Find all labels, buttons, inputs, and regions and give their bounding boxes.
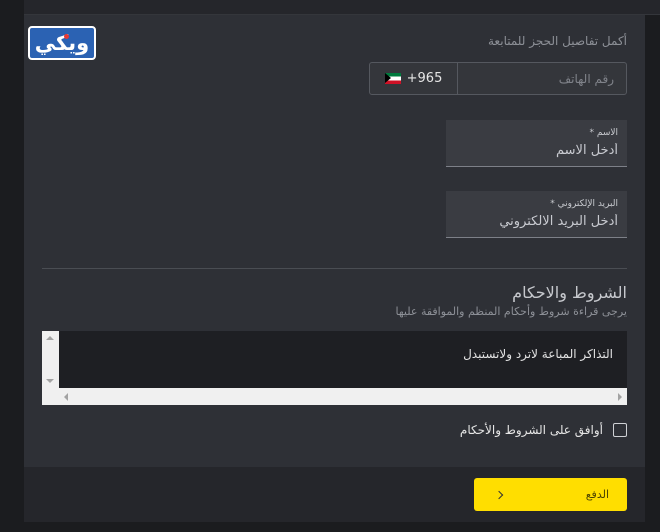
vertical-scrollbar[interactable] xyxy=(42,331,59,388)
country-code: +965 xyxy=(406,71,443,86)
name-label: الاسم * xyxy=(589,128,618,138)
section-title: أكمل تفاصيل الحجز للمتابعة xyxy=(488,34,627,48)
footer-bar: الدفع xyxy=(24,467,645,522)
top-strip xyxy=(24,0,660,15)
agree-terms-row[interactable]: أوافق على الشروط والأحكام xyxy=(460,423,627,437)
scroll-down-icon[interactable] xyxy=(46,379,54,383)
chevron-right-icon xyxy=(494,490,504,499)
booking-form-panel: ويكي أكمل تفاصيل الحجز للمتابعة +965 الا… xyxy=(24,15,645,467)
terms-text: التذاكر المباعة لاترد ولاتستبدل xyxy=(463,347,613,361)
pay-button-label: الدفع xyxy=(585,488,609,501)
name-input[interactable] xyxy=(455,143,618,158)
email-label: البريد الإلكتروني * xyxy=(550,199,618,209)
horizontal-scrollbar[interactable] xyxy=(42,388,627,405)
terms-content-box[interactable]: التذاكر المباعة لاترد ولاتستبدل xyxy=(42,331,627,405)
scroll-right-icon[interactable] xyxy=(618,393,622,401)
scroll-up-icon[interactable] xyxy=(46,336,54,340)
pay-button[interactable]: الدفع xyxy=(474,478,627,511)
kuwait-flag-icon xyxy=(384,73,401,84)
email-input[interactable] xyxy=(455,214,618,229)
email-field[interactable]: البريد الإلكتروني * xyxy=(446,191,627,238)
agree-label[interactable]: أوافق على الشروط والأحكام xyxy=(460,423,603,437)
country-code-selector[interactable]: +965 xyxy=(370,63,458,94)
scroll-left-icon[interactable] xyxy=(64,393,68,401)
logo-text: ويكي xyxy=(34,30,90,55)
brand-logo: ويكي xyxy=(28,26,96,60)
phone-input[interactable] xyxy=(458,63,626,94)
agree-checkbox[interactable] xyxy=(613,423,627,437)
section-divider xyxy=(42,268,627,269)
logo-dot-icon xyxy=(64,34,69,39)
terms-subtitle: يرجى قراءة شروط وأحكام المنظم والموافقة … xyxy=(395,305,628,318)
phone-field-group: +965 xyxy=(369,62,627,95)
terms-title: الشروط والاحكام xyxy=(512,283,627,302)
name-field[interactable]: الاسم * xyxy=(446,120,627,167)
